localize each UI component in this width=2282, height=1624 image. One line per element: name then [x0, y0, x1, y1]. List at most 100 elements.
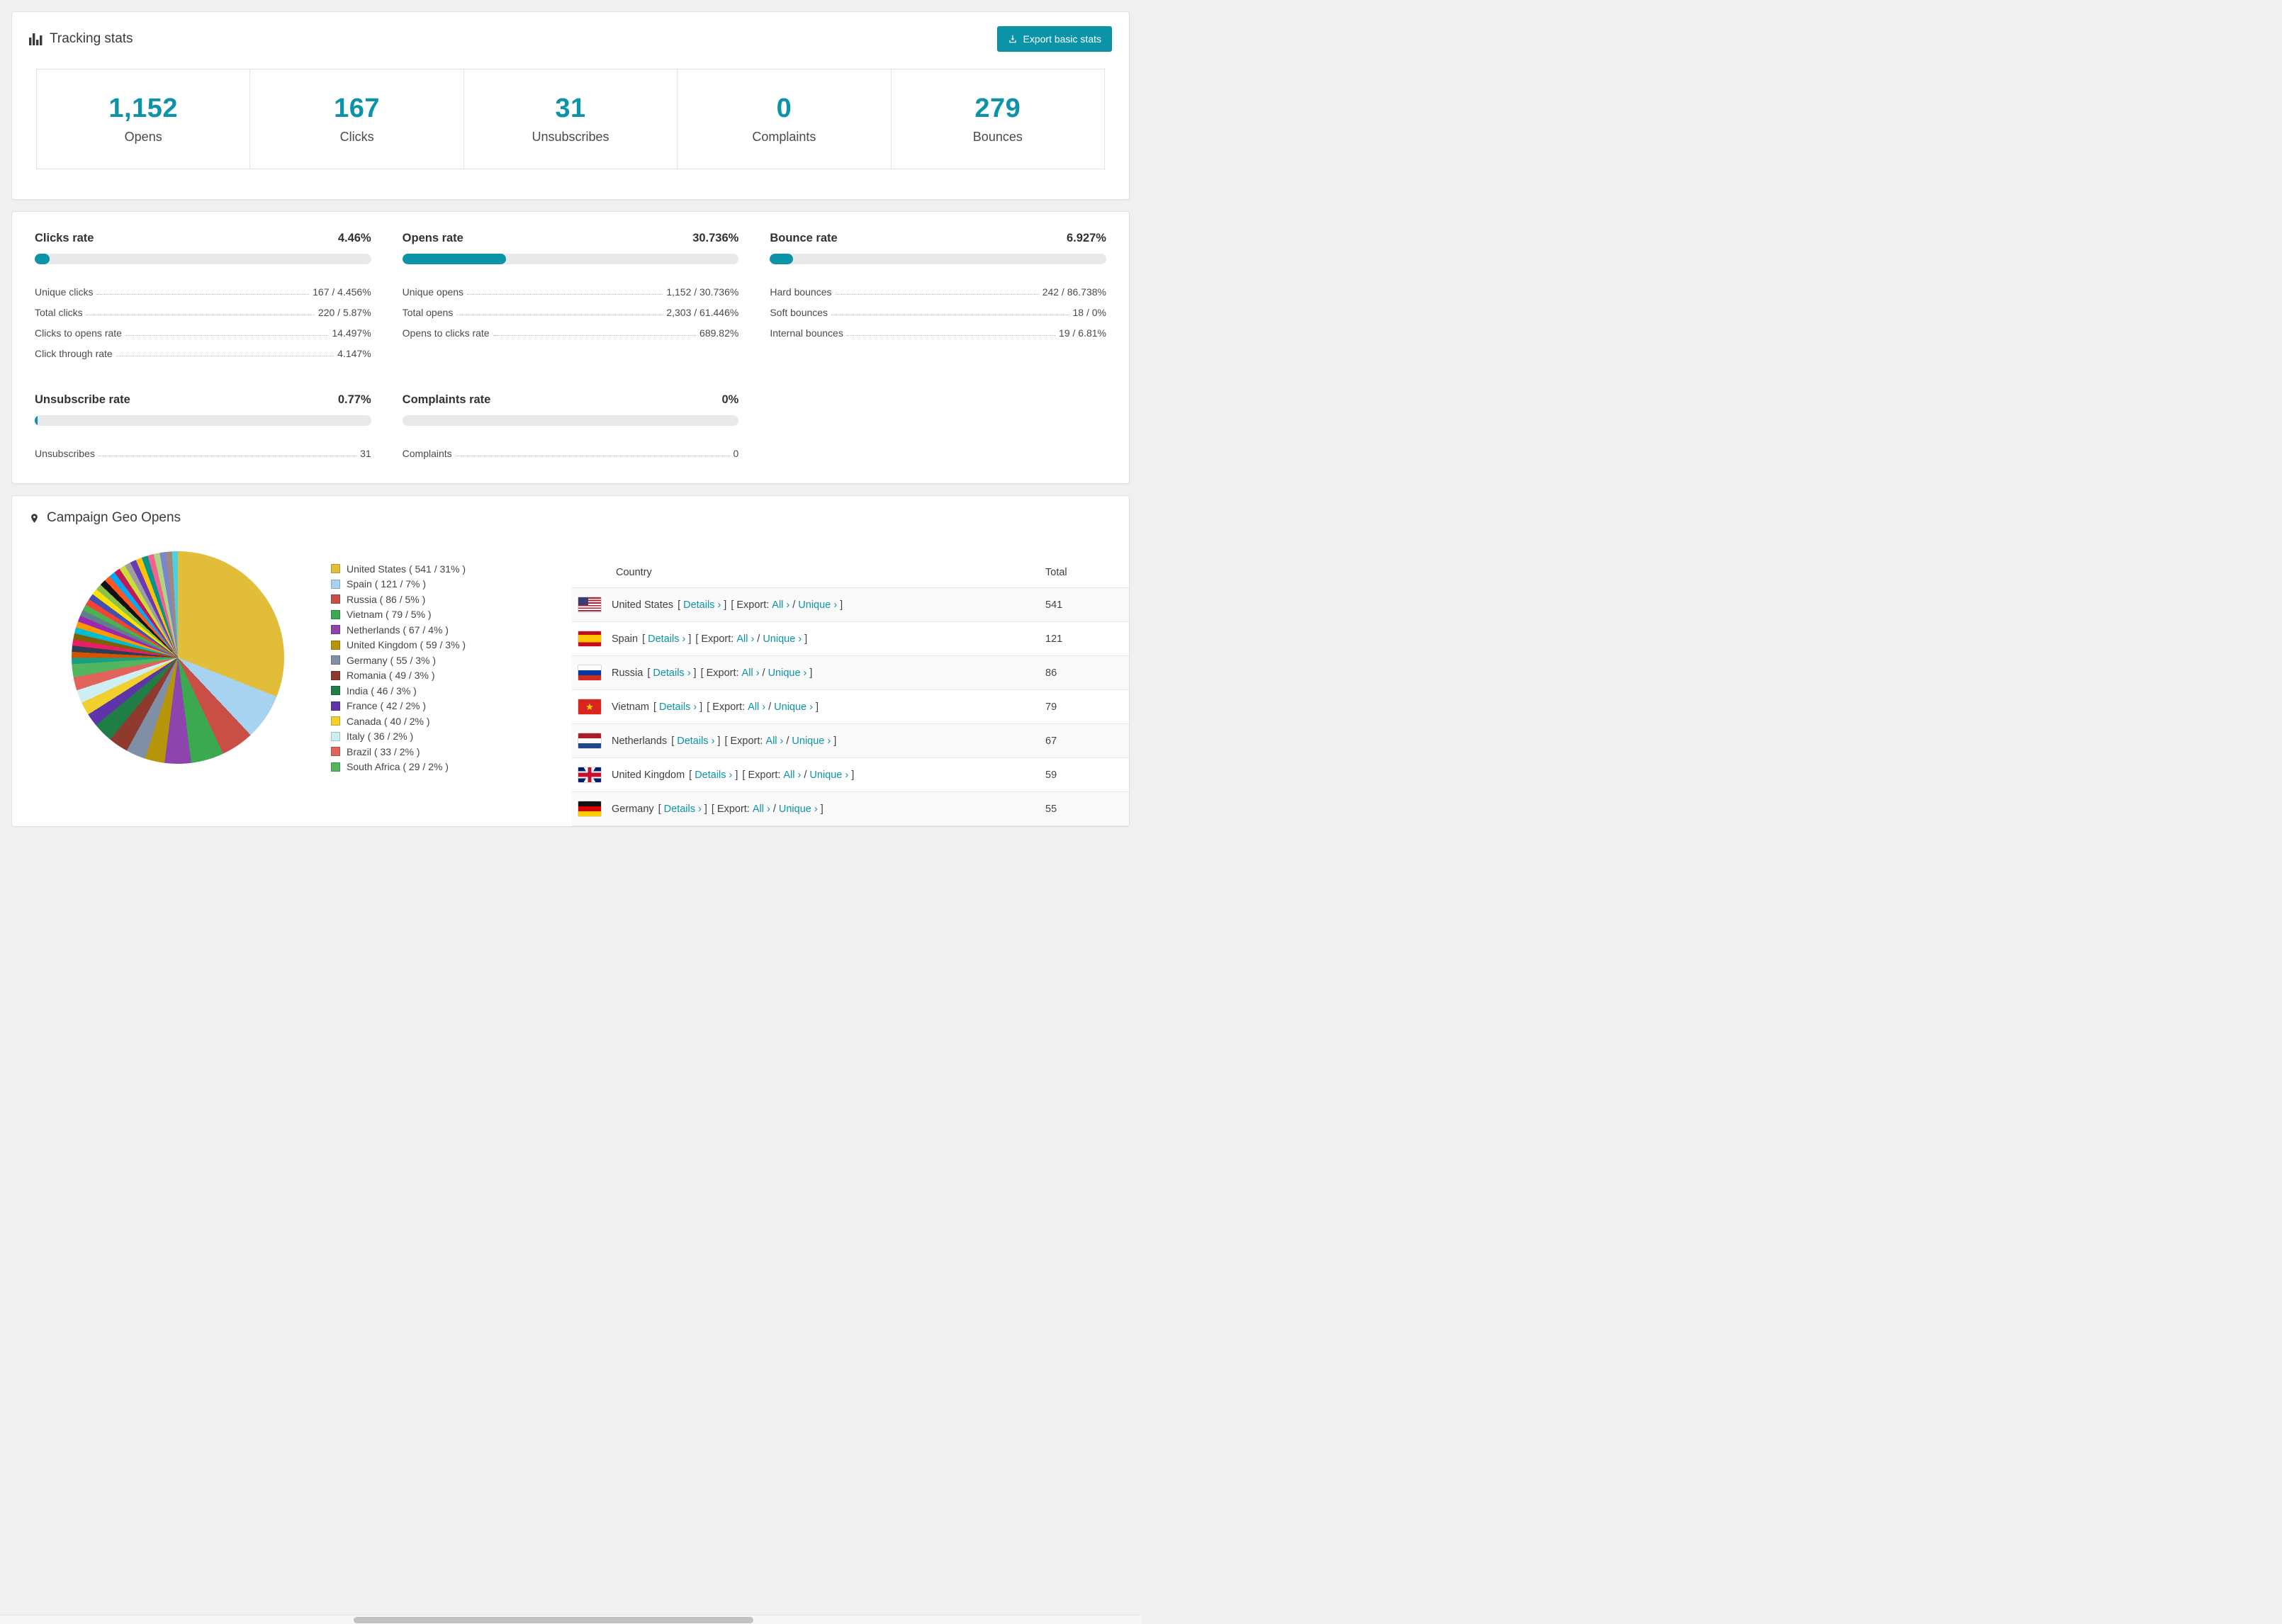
- export-all-link[interactable]: All ›: [736, 633, 754, 645]
- legend-label: France ( 42 / 2% ): [347, 700, 427, 712]
- country-total: 541: [1045, 599, 1063, 611]
- tracking-stats-title: Tracking stats: [29, 31, 133, 47]
- legend-label: Spain ( 121 / 7% ): [347, 578, 427, 590]
- export-label: Export:: [748, 769, 781, 781]
- bounce-rate-title: Bounce rate: [770, 232, 838, 244]
- country-name: United Kingdom: [612, 769, 685, 781]
- legend-item: Brazil ( 33 / 2% ): [331, 744, 544, 760]
- rate-row-value: 19 / 6.81%: [1059, 327, 1106, 339]
- country-name: United States: [612, 599, 674, 611]
- export-all-link[interactable]: All ›: [742, 667, 760, 679]
- legend-swatch: [331, 762, 340, 772]
- rate-row: Unsubscribes 31: [35, 439, 371, 459]
- export-unique-link[interactable]: Unique ›: [792, 735, 831, 747]
- legend-swatch: [331, 625, 340, 635]
- rate-row-value: 220 / 5.87%: [317, 307, 371, 318]
- rate-row: Click through rate 4.147%: [35, 339, 371, 359]
- complaints-rate-progressbar: [402, 415, 739, 426]
- export-label: Export:: [712, 701, 746, 713]
- russia-flag-icon: [578, 665, 602, 681]
- export-label: Export:: [716, 803, 750, 815]
- legend-label: Vietnam ( 79 / 5% ): [347, 609, 432, 621]
- rate-row: Internal bounces 19 / 6.81%: [770, 318, 1106, 339]
- rate-row-value: 167 / 4.456%: [313, 286, 371, 298]
- bounce-rate-progress-fill: [770, 254, 794, 264]
- tracking-stats-header: Tracking stats Export basic stats: [12, 12, 1129, 62]
- clicks-rate-value: 4.46%: [337, 232, 371, 244]
- details-link[interactable]: Details ›: [653, 667, 690, 679]
- stat-clicks: 167 Clicks: [250, 69, 464, 169]
- rate-row-label: Complaints: [402, 448, 452, 459]
- legend-swatch: [331, 731, 340, 741]
- stat-opens: 1,152 Opens: [37, 69, 251, 169]
- country-total: 79: [1045, 701, 1057, 713]
- complaints-rate-value: 0%: [721, 393, 739, 406]
- rate-row: Soft bounces 18 / 0%: [770, 298, 1106, 318]
- export-all-link[interactable]: All ›: [753, 803, 770, 815]
- tracking-stats-card: Tracking stats Export basic stats 1,152 …: [11, 11, 1130, 200]
- export-all-link[interactable]: All ›: [772, 599, 789, 611]
- export-unique-link[interactable]: Unique ›: [779, 803, 818, 815]
- rate-row-value: 689.82%: [699, 327, 739, 339]
- unsubscribe-rate-progressbar: [35, 415, 371, 426]
- rate-panel-opens: Opens rate 30.736% Unique opens 1,152 / 3…: [402, 232, 739, 359]
- country-total: 121: [1045, 633, 1063, 645]
- legend-label: Romania ( 49 / 3% ): [347, 670, 435, 682]
- netherlands-flag-icon: [578, 733, 602, 749]
- country-name: Spain: [612, 633, 639, 645]
- details-link[interactable]: Details ›: [648, 633, 685, 645]
- export-all-link[interactable]: All ›: [765, 735, 783, 747]
- rate-row-label: Unique opens: [402, 286, 464, 298]
- stat-bounces-value: 279: [974, 94, 1021, 123]
- bounce-rate-value: 6.927%: [1067, 232, 1106, 244]
- legend-label: India ( 46 / 3% ): [347, 684, 417, 697]
- tracking-stats-title-text: Tracking stats: [50, 31, 133, 46]
- opens-rate-title: Opens rate: [402, 232, 463, 244]
- stat-bounces: 279 Bounces: [891, 69, 1105, 169]
- dotted-leader: [467, 294, 663, 295]
- rate-row: Unique opens 1,152 / 30.736%: [403, 277, 739, 298]
- geo-opens-title: Campaign Geo Opens: [29, 510, 181, 526]
- export-unique-link[interactable]: Unique ›: [809, 769, 848, 781]
- export-basic-stats-button[interactable]: Export basic stats: [996, 26, 1112, 52]
- rate-row-value: 1,152 / 30.736%: [666, 286, 739, 298]
- rate-row-value: 4.147%: [337, 348, 371, 359]
- stat-complaints-label: Complaints: [752, 130, 816, 144]
- export-all-link[interactable]: All ›: [748, 701, 765, 713]
- legend-item: South Africa ( 29 / 2% ): [331, 760, 544, 775]
- details-link[interactable]: Details ›: [683, 599, 721, 611]
- clicks-rate-progress-fill: [35, 254, 50, 264]
- rate-panel-unsubscribes: Unsubscribe rate 0.77% Unsubscribes 31: [35, 393, 371, 459]
- export-unique-link[interactable]: Unique ›: [774, 701, 813, 713]
- stat-complaints: 0 Complaints: [678, 69, 892, 169]
- legend-swatch: [331, 655, 340, 665]
- details-link[interactable]: Details ›: [664, 803, 702, 815]
- legend-label: United Kingdom ( 59 / 3% ): [347, 639, 466, 651]
- legend-label: Brazil ( 33 / 2% ): [347, 745, 420, 757]
- bar-chart-icon: [29, 33, 43, 45]
- export-unique-link[interactable]: Unique ›: [763, 633, 802, 645]
- details-link[interactable]: Details ›: [695, 769, 732, 781]
- country-column-header: Country: [616, 566, 652, 578]
- details-link[interactable]: Details ›: [659, 701, 697, 713]
- rate-row-label: Hard bounces: [770, 286, 832, 298]
- geo-table: Country Total United States [Details ›] …: [572, 557, 1129, 826]
- horizontal-scrollbar[interactable]: [0, 1615, 1141, 1624]
- details-link[interactable]: Details ›: [677, 735, 714, 747]
- export-unique-link[interactable]: Unique ›: [768, 667, 807, 679]
- geo-pie-wrap: [72, 551, 284, 764]
- stat-complaints-value: 0: [776, 94, 792, 123]
- rate-row-value: 242 / 86.738%: [1042, 286, 1106, 298]
- stat-bounces-label: Bounces: [972, 130, 1023, 144]
- horizontal-scrollbar-thumb[interactable]: [354, 1617, 753, 1623]
- rate-row-label: Opens to clicks rate: [402, 327, 490, 339]
- export-label: Export:: [736, 599, 770, 611]
- legend-item: Germany ( 55 / 3% ): [331, 653, 544, 668]
- united-kingdom-flag-icon: [578, 767, 602, 783]
- export-button-label: Export basic stats: [1023, 33, 1102, 45]
- export-all-link[interactable]: All ›: [783, 769, 801, 781]
- export-unique-link[interactable]: Unique ›: [798, 599, 837, 611]
- dotted-leader: [125, 335, 329, 336]
- legend-item: United States ( 541 / 31% ): [331, 561, 544, 577]
- export-label: Export:: [730, 735, 763, 747]
